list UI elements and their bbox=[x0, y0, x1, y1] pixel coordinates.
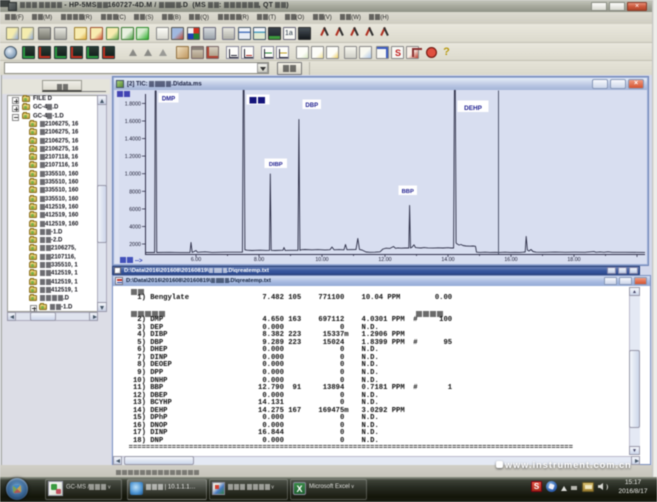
svg-text:8.00: 8.00 bbox=[254, 257, 264, 263]
svg-text:1.2000: 1.2000 bbox=[125, 154, 141, 160]
svg-text:DIBP: DIBP bbox=[269, 162, 283, 168]
svg-text:2000: 2000 bbox=[129, 242, 141, 248]
svg-text:1.4000: 1.4000 bbox=[125, 137, 141, 143]
svg-text:6.00: 6.00 bbox=[191, 257, 201, 263]
svg-text:12.00: 12.00 bbox=[378, 257, 391, 263]
svg-text:4000: 4000 bbox=[129, 225, 141, 231]
svg-text:10.00: 10.00 bbox=[315, 257, 328, 263]
svg-text:DMP: DMP bbox=[162, 96, 175, 102]
svg-text:14.00: 14.00 bbox=[441, 257, 454, 263]
svg-text:1.6000: 1.6000 bbox=[125, 119, 141, 125]
svg-text:18.00: 18.00 bbox=[567, 257, 580, 263]
svg-text:16.00: 16.00 bbox=[504, 257, 517, 263]
svg-text:1.0000: 1.0000 bbox=[125, 172, 141, 178]
svg-text:DEHP: DEHP bbox=[464, 105, 482, 112]
svg-text:DBP: DBP bbox=[305, 103, 318, 109]
svg-text:8000: 8000 bbox=[129, 189, 141, 195]
svg-text:-->: --> bbox=[135, 259, 143, 265]
svg-text:1.8000: 1.8000 bbox=[125, 101, 141, 107]
svg-text:BBP: BBP bbox=[402, 189, 414, 195]
svg-text:6000: 6000 bbox=[129, 207, 141, 213]
